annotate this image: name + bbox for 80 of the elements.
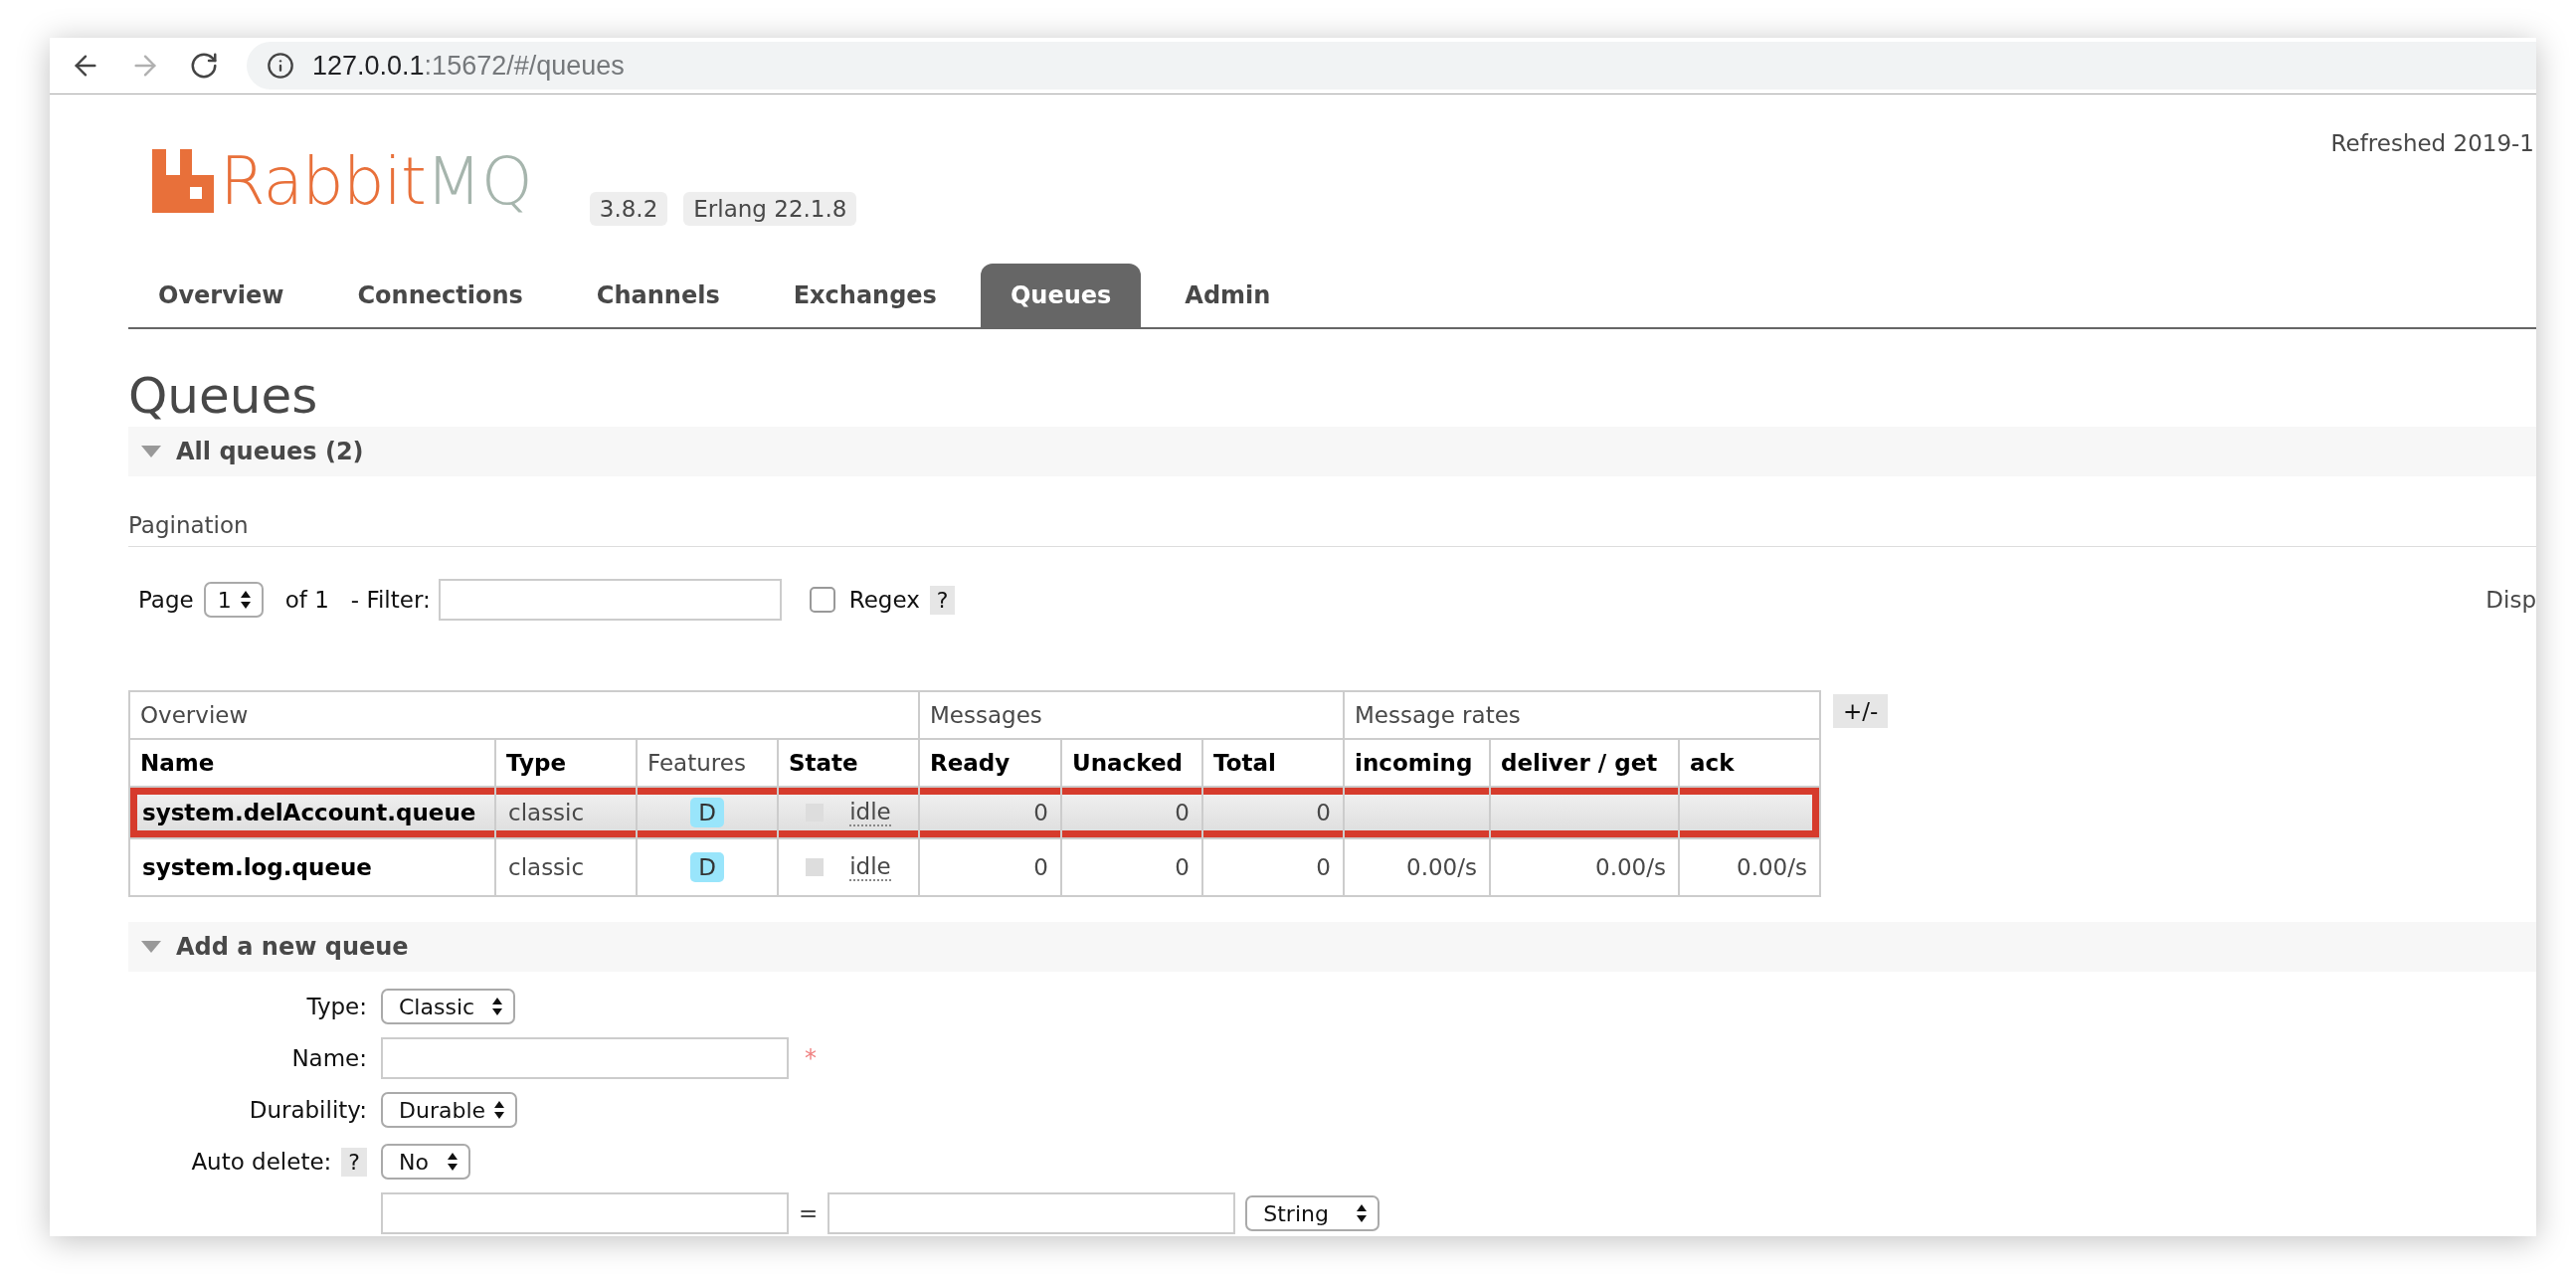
nav-tab[interactable]: Channels: [566, 264, 750, 327]
page-select[interactable]: 1: [203, 582, 264, 618]
durable-badge: D: [690, 798, 724, 827]
field-label: Durability:: [249, 1097, 367, 1123]
help-button[interactable]: ?: [929, 585, 956, 615]
column-header[interactable]: Unacked: [1061, 739, 1202, 787]
column-header[interactable]: Name: [129, 739, 495, 787]
page-title: Queues: [128, 366, 319, 427]
logo-icon: [152, 149, 214, 213]
regex-checkbox[interactable]: [809, 587, 835, 613]
argument-key-field[interactable]: [381, 1192, 789, 1234]
table-cell: 0: [1202, 787, 1344, 838]
help-button[interactable]: ?: [341, 1147, 367, 1177]
erlang-badge: Erlang 22.1.8: [683, 192, 857, 226]
table-cell: classic: [495, 838, 637, 896]
nav-tab[interactable]: Admin: [1155, 264, 1301, 327]
field-label: Type:: [306, 994, 367, 1019]
state-label: idle: [849, 799, 891, 826]
group-header: Overview: [129, 691, 919, 739]
select-caret-icon: [491, 997, 503, 1016]
nav-tab[interactable]: Connections: [327, 264, 553, 327]
columns-toggle-button[interactable]: +/-: [1833, 694, 1889, 728]
section-header[interactable]: Add a new queue: [128, 922, 2536, 972]
nav-tab[interactable]: Queues: [980, 264, 1142, 327]
state-label: idle: [849, 853, 891, 881]
table-cell: 0: [919, 787, 1061, 838]
dropdown[interactable]: String: [1245, 1195, 1380, 1231]
dropdown[interactable]: Classic: [381, 989, 515, 1024]
group-header: Messages: [919, 691, 1344, 739]
queue-name-cell[interactable]: system.log.queue: [129, 838, 495, 896]
nav-tab[interactable]: Exchanges: [763, 264, 967, 327]
table-cell: 0.00/s: [1344, 838, 1490, 896]
page-label: Page: [138, 587, 194, 613]
refreshed-label: Refreshed 2019-1: [2330, 130, 2535, 156]
column-header[interactable]: deliver / get: [1490, 739, 1679, 787]
column-header[interactable]: ack: [1679, 739, 1820, 787]
regex-label: Regex: [848, 587, 920, 613]
table-cell: 0: [919, 838, 1061, 896]
select-caret-icon: [493, 1100, 506, 1120]
equals-sign: =: [799, 1200, 819, 1226]
table-cell: classic: [495, 787, 637, 838]
reload-button[interactable]: [189, 51, 219, 81]
dropdown[interactable]: No: [381, 1144, 470, 1180]
select-caret-icon: [239, 590, 252, 610]
queue-name-cell[interactable]: system.delAccount.queue: [129, 787, 495, 838]
group-header: Message rates: [1344, 691, 1820, 739]
field-label: Name:: [291, 1045, 367, 1071]
table-cell: 0: [1061, 838, 1202, 896]
page-count: of 1: [284, 587, 329, 613]
section-header[interactable]: All queues (2): [128, 427, 2536, 476]
info-icon: [267, 52, 294, 80]
column-header[interactable]: Total: [1202, 739, 1344, 787]
select-caret-icon: [447, 1152, 459, 1172]
field-label: Auto delete:: [191, 1149, 332, 1175]
filter-label: - Filter:: [350, 587, 431, 613]
filter-field[interactable]: [438, 579, 782, 621]
collapse-triangle-icon: [140, 940, 162, 954]
version-badge: 3.8.2: [589, 192, 668, 226]
name-field[interactable]: [381, 1037, 789, 1079]
required-mark: *: [805, 1044, 817, 1072]
nav-tab[interactable]: Overview: [128, 264, 314, 327]
logo: RabbitMQ: [152, 146, 532, 216]
column-header[interactable]: incoming: [1344, 739, 1490, 787]
argument-value-field[interactable]: [828, 1192, 1236, 1234]
column-header[interactable]: State: [778, 739, 919, 787]
state-square-icon: [806, 858, 825, 876]
table-cell: 0.00/s: [1679, 838, 1820, 896]
column-header[interactable]: Ready: [919, 739, 1061, 787]
dropdown[interactable]: Durable: [381, 1092, 518, 1128]
column-header[interactable]: Type: [495, 739, 637, 787]
pagination-heading: Pagination: [128, 512, 249, 538]
table-cell: 0: [1061, 787, 1202, 838]
collapse-triangle-icon: [140, 445, 162, 458]
column-header: Features: [637, 739, 778, 787]
select-caret-icon: [1356, 1203, 1369, 1223]
table-cell: 0.00/s: [1490, 838, 1679, 896]
address-bar[interactable]: 127.0.0.1:15672/#/queues: [247, 42, 2536, 90]
durable-badge: D: [690, 852, 724, 882]
display-label: Disp: [2485, 587, 2536, 613]
table-cell: 0: [1202, 838, 1344, 896]
